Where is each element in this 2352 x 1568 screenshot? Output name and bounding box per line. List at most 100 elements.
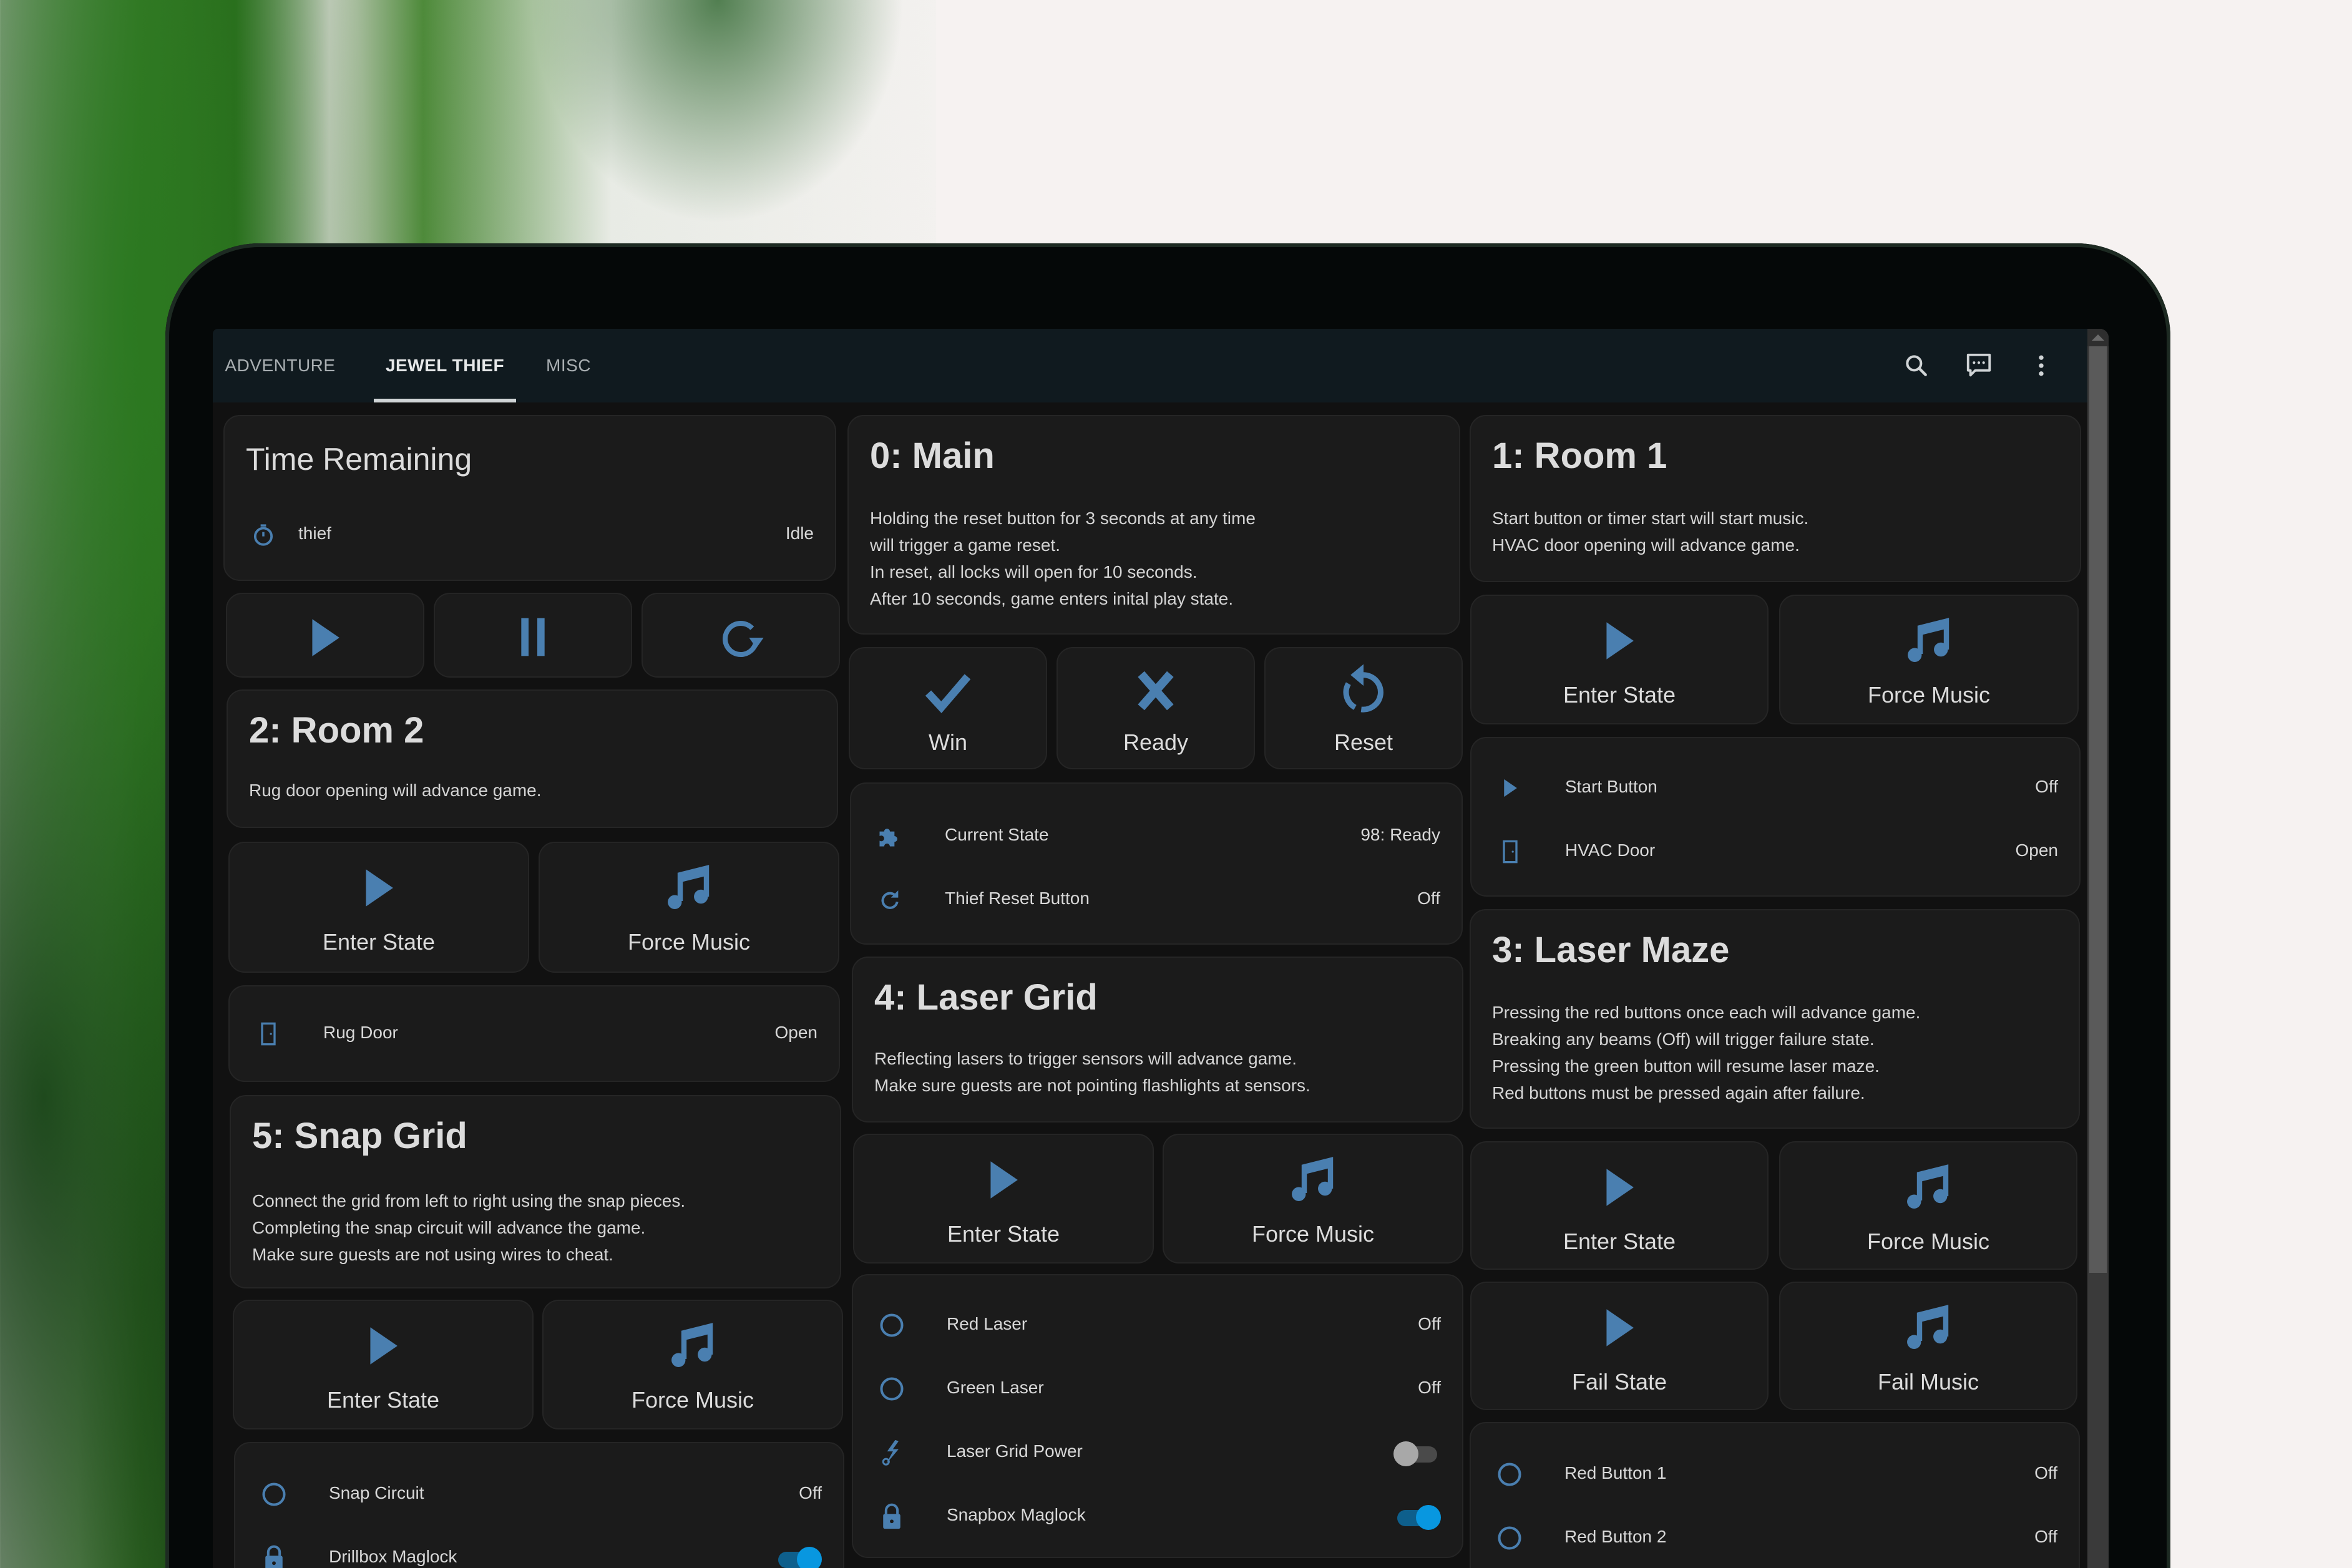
- entity-row-red-button-2[interactable]: Red Button 2 Off: [1471, 1519, 2079, 1557]
- entity-row-green-laser[interactable]: Green Laser Off: [853, 1370, 1462, 1408]
- scroll-thumb[interactable]: [2089, 346, 2107, 1273]
- play-icon: [308, 618, 343, 658]
- play-icon: [1602, 1308, 1637, 1348]
- card-title: 2: Room 2: [249, 710, 424, 751]
- tab-jewel-thief[interactable]: JEWEL THIEF: [374, 329, 516, 402]
- win-button[interactable]: Win: [849, 647, 1047, 769]
- entity-state: 98: Ready: [1360, 825, 1440, 844]
- snap-grid-enter-state-button[interactable]: Enter State: [233, 1300, 534, 1429]
- lock-icon: [260, 1544, 288, 1568]
- room1-enter-state-button[interactable]: Enter State: [1470, 595, 1769, 724]
- dashboard-screen: ADVENTURE JEWEL THIEF MISC Time Remainin…: [213, 329, 2109, 1568]
- entity-state: Off: [1418, 1378, 1441, 1397]
- entity-row-rug-door[interactable]: Rug Door Open: [230, 1015, 839, 1053]
- door-icon: [255, 1020, 282, 1048]
- music-icon: [1902, 1302, 1954, 1354]
- tab-misc[interactable]: MISC: [531, 329, 606, 402]
- circle-outline-icon: [1496, 1524, 1523, 1552]
- scrollbar[interactable]: [2087, 329, 2109, 1568]
- card-description: Connect the grid from left to right usin…: [252, 1191, 686, 1264]
- snap-grid-entities-card: Snap Circuit Off Drillbox Maglock: [234, 1442, 844, 1568]
- puzzle-icon: [876, 822, 904, 850]
- laser-maze-card: 3: Laser Maze Pressing the red buttons o…: [1470, 909, 2080, 1129]
- laser-grid-power-toggle[interactable]: [1393, 1441, 1441, 1466]
- entity-name: Thief Reset Button: [945, 889, 1090, 908]
- entity-name: Snap Circuit: [329, 1483, 424, 1502]
- entity-name: Current State: [945, 825, 1049, 844]
- entity-row-thief-reset-button[interactable]: Thief Reset Button Off: [851, 881, 1461, 918]
- timer-pause-button[interactable]: [434, 593, 632, 678]
- timer-entity-row[interactable]: thief Idle: [225, 516, 835, 553]
- music-icon: [1903, 615, 1955, 667]
- timer-start-button[interactable]: [226, 593, 424, 678]
- snapbox-maglock-toggle[interactable]: [1393, 1505, 1441, 1530]
- scroll-up-arrow-icon[interactable]: [2087, 329, 2109, 346]
- more-vert-icon[interactable]: [2026, 350, 2057, 381]
- music-icon: [666, 1320, 719, 1372]
- room2-entities-card: Rug Door Open: [228, 985, 840, 1082]
- card-description: Start button or timer start will start m…: [1492, 509, 1809, 555]
- entity-name: Laser Grid Power: [947, 1441, 1083, 1461]
- entity-row-start-button[interactable]: Start Button Off: [1471, 769, 2079, 807]
- button-label: Force Music: [631, 1387, 754, 1413]
- circle-outline-icon: [1496, 1461, 1523, 1488]
- laser-maze-entities-card: Red Button 1 Off Red Button 2 Off: [1470, 1422, 2080, 1568]
- entity-state: Off: [799, 1483, 822, 1502]
- entity-name: Red Laser: [947, 1314, 1028, 1333]
- entity-row-current-state[interactable]: Current State 98: Ready: [851, 817, 1461, 855]
- check-icon: [922, 666, 974, 718]
- main-card: 0: Main Holding the reset button for 3 s…: [847, 415, 1460, 635]
- button-label: Enter State: [1563, 682, 1676, 708]
- entity-row-snap-circuit[interactable]: Snap Circuit Off: [235, 1476, 843, 1513]
- entity-name: Snapbox Maglock: [947, 1505, 1086, 1524]
- play-icon: [366, 1326, 401, 1366]
- reset-button[interactable]: Reset: [1264, 647, 1463, 769]
- entity-state: Off: [2035, 777, 2058, 796]
- search-icon[interactable]: [1901, 350, 1932, 381]
- chat-icon[interactable]: [1963, 350, 1994, 381]
- timer-card: Time Remaining thief Idle: [223, 415, 836, 581]
- music-icon: [663, 862, 715, 914]
- laser-grid-enter-state-button[interactable]: Enter State: [853, 1134, 1154, 1264]
- close-icon: [1131, 666, 1181, 716]
- room2-enter-state-button[interactable]: Enter State: [228, 842, 529, 973]
- ready-button[interactable]: Ready: [1056, 647, 1255, 769]
- laser-grid-force-music-button[interactable]: Force Music: [1163, 1134, 1463, 1264]
- button-label: Reset: [1334, 729, 1393, 755]
- active-tab-indicator: [374, 399, 516, 402]
- entity-state: Off: [2034, 1527, 2057, 1546]
- music-icon: [1902, 1161, 1954, 1214]
- entity-row-snapbox-maglock: Snapbox Maglock: [853, 1497, 1462, 1535]
- play-icon: [986, 1160, 1021, 1200]
- laser-grid-card: 4: Laser Grid Reflecting lasers to trigg…: [852, 957, 1463, 1122]
- entity-row-red-laser[interactable]: Red Laser Off: [853, 1307, 1462, 1344]
- card-title: 5: Snap Grid: [252, 1116, 467, 1156]
- card-description: Reflecting lasers to trigger sensors wil…: [874, 1049, 1310, 1095]
- refresh-icon: [876, 886, 904, 913]
- room1-force-music-button[interactable]: Force Music: [1779, 595, 2079, 724]
- drillbox-maglock-toggle[interactable]: [774, 1547, 822, 1568]
- card-title: 3: Laser Maze: [1492, 930, 1730, 970]
- entity-state: Open: [2015, 840, 2059, 860]
- button-label: Fail State: [1571, 1369, 1667, 1395]
- laser-maze-enter-state-button[interactable]: Enter State: [1470, 1141, 1769, 1270]
- entity-name: Red Button 2: [1564, 1527, 1667, 1546]
- play-icon: [1496, 774, 1524, 802]
- tab-adventure[interactable]: ADVENTURE: [218, 329, 343, 402]
- card-title: 4: Laser Grid: [874, 977, 1098, 1018]
- entity-row-red-button-1[interactable]: Red Button 1 Off: [1471, 1456, 2079, 1493]
- pause-icon: [515, 616, 550, 658]
- snap-grid-force-music-button[interactable]: Force Music: [542, 1300, 843, 1429]
- entity-row-hvac-door[interactable]: HVAC Door Open: [1471, 833, 2079, 870]
- button-label: Force Music: [1866, 1229, 1990, 1254]
- laser-maze-force-music-button[interactable]: Force Music: [1779, 1141, 2077, 1270]
- timer-reset-button[interactable]: [642, 593, 840, 678]
- button-label: Force Music: [1867, 682, 1991, 708]
- laser-maze-fail-music-button[interactable]: Fail Music: [1779, 1282, 2077, 1410]
- timer-icon: [250, 521, 277, 548]
- restore-icon: [1337, 662, 1390, 718]
- laser-maze-fail-state-button[interactable]: Fail State: [1470, 1282, 1769, 1410]
- card-description: Holding the reset button for 3 seconds a…: [870, 509, 1256, 608]
- button-label: Enter State: [947, 1221, 1060, 1247]
- room2-force-music-button[interactable]: Force Music: [539, 842, 839, 973]
